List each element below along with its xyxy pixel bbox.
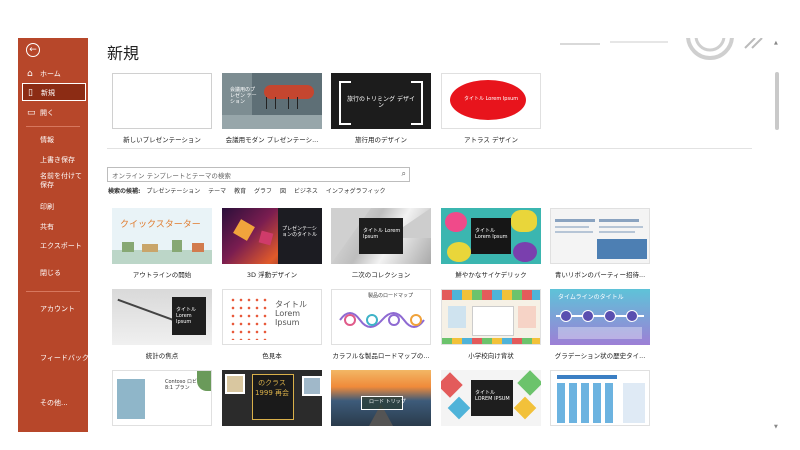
sidebar-item-label: 新規	[41, 89, 55, 97]
template-thumbnail: タイトル Lorem Ipsum	[331, 208, 431, 264]
sidebar-item-label: その他...	[40, 399, 68, 407]
template-caption: 統計の焦点	[145, 352, 179, 360]
search-placeholder: オンライン テンプレートとテーマの検索	[112, 172, 231, 180]
thumb-text: タイトル LOREM IPSUM	[475, 390, 510, 402]
template-caption: 二次のコレクション	[351, 271, 411, 279]
new-doc-icon: ▯	[28, 88, 33, 98]
template-thumbnail: タイトル Lorem Ipsum	[112, 289, 212, 345]
thumb-text: プレゼンテーションのタイトル	[282, 226, 318, 238]
template-thumbnail: 会議用のプレゼン テーション	[222, 73, 322, 129]
template-caption: 旅行用のデザイン	[355, 136, 407, 144]
template-thumbnail: クイックスターター	[112, 208, 212, 264]
template-thumbnail: のクラス 1999 再会	[222, 370, 322, 426]
template-thumbnail	[550, 370, 650, 426]
template-search-input[interactable]: オンライン テンプレートとテーマの検索 ⌕	[107, 167, 410, 182]
sidebar-item-save-as[interactable]: 名前を付けて保存	[18, 172, 84, 190]
page-title: 新規	[107, 44, 140, 63]
home-icon: ⌂	[27, 69, 33, 79]
template-caption: 鮮やかなサイケデリック	[455, 271, 527, 279]
header-decoration	[560, 38, 763, 60]
template-thumbnail: 旅行のトリミング デザイン	[331, 73, 431, 129]
template-thumbnail: タイトル Lorem Ipsum	[222, 289, 322, 345]
template-thumbnail: Contoso ロビン 8:1 プラン	[112, 370, 212, 426]
thumb-text: タイムラインのタイトル	[558, 294, 624, 301]
template-thumbnail	[550, 208, 650, 264]
sidebar-item-label: 開く	[40, 109, 54, 117]
template-caption: カラフルな製品ロードマップの...	[332, 352, 430, 360]
sidebar-divider	[26, 291, 80, 292]
search-icon[interactable]: ⌕	[402, 169, 406, 179]
sidebar-item-home[interactable]: ⌂ ホーム	[18, 65, 88, 83]
sidebar-item-new[interactable]: ▯ 新規	[22, 83, 86, 101]
sidebar-item-label: エクスポート	[40, 242, 82, 250]
template-thumbnail: タイトル Lorem Ipsum	[441, 73, 541, 129]
sidebar-item-label: 印刷	[40, 203, 54, 211]
thumb-text: タイトル Lorem Ipsum	[176, 307, 197, 325]
thumb-text: クイックスターター	[120, 220, 201, 230]
sidebar-item-save[interactable]: 上書き保存	[18, 151, 88, 169]
search-suggestions: 検索の候補: プレゼンテーション テーマ 教育 グラフ 図 ビジネス インフォグ…	[108, 186, 392, 195]
suggestion-link[interactable]: インフォグラフィック	[326, 188, 386, 195]
template-thumbnail: タイトル LOREM IPSUM	[441, 370, 541, 426]
sidebar-item-export[interactable]: エクスポート	[18, 237, 88, 255]
suggestion-link[interactable]: 教育	[234, 188, 246, 195]
thumb-text: タイトル Lorem Ipsum	[475, 228, 508, 240]
sidebar-item-info[interactable]: 情報	[18, 131, 88, 149]
template-thumbnail: 製品のロードマップ	[331, 289, 431, 345]
sidebar-item-share[interactable]: 共有	[18, 218, 88, 236]
thumb-text: タイトル Lorem Ipsum	[275, 300, 307, 327]
suggestion-link[interactable]: プレゼンテーション	[146, 188, 200, 195]
sidebar-item-label: フィードバック	[40, 354, 89, 362]
sidebar-item-print[interactable]: 印刷	[18, 198, 88, 216]
sidebar-item-label: 閉じる	[40, 269, 61, 277]
sidebar-item-open[interactable]: ▭ 開く	[18, 104, 88, 122]
thumb-text: タイトル Lorem Ipsum	[363, 228, 401, 240]
sidebar-item-label: 上書き保存	[40, 156, 75, 164]
sidebar-item-more[interactable]: その他...	[18, 394, 88, 412]
sidebar-divider	[26, 126, 80, 127]
scroll-down-icon[interactable]: ▼	[774, 424, 778, 430]
template-thumbnail	[112, 73, 212, 129]
thumb-text: 旅行のトリミング デザイン	[347, 96, 415, 109]
template-caption: 3D 浮動デザイン	[246, 271, 298, 279]
template-caption: 小学校向け背状	[468, 352, 514, 360]
template-thumbnail: ロード トリップ	[331, 370, 431, 426]
vertical-scrollbar[interactable]	[775, 72, 779, 130]
sidebar-item-close[interactable]: 閉じる	[18, 264, 88, 282]
section-divider	[107, 148, 752, 149]
suggestions-label: 検索の候補:	[108, 188, 141, 195]
sidebar-item-label: アカウント	[40, 305, 75, 313]
template-caption: グラデーション状の歴史タイ...	[554, 352, 646, 360]
back-arrow-icon[interactable]: ←	[26, 43, 40, 57]
sidebar-item-label: ホーム	[40, 70, 61, 78]
thumb-text: 製品のロードマップ	[368, 293, 414, 299]
template-thumbnail: タイムラインのタイトル	[550, 289, 650, 345]
backstage-sidebar: ← ⌂ ホーム ▯ 新規 ▭ 開く 情報 上書き保存 名前を付けて保存 印刷 共…	[18, 38, 89, 432]
thumb-text: のクラス 1999 再会	[254, 379, 290, 397]
sidebar-item-label: 共有	[40, 223, 54, 231]
template-caption: アウトラインの開始	[132, 271, 192, 279]
sidebar-item-account[interactable]: アカウント	[18, 300, 88, 318]
template-thumbnail	[441, 289, 541, 345]
template-caption: 青いリボンのパーティー招待...	[554, 271, 646, 279]
template-caption: 色見本	[262, 352, 282, 360]
open-folder-icon: ▭	[27, 108, 36, 118]
scroll-up-icon[interactable]: ▲	[774, 40, 778, 46]
suggestion-link[interactable]: 図	[280, 188, 286, 195]
sidebar-item-label: 情報	[40, 136, 54, 144]
template-caption: アトラス デザイン	[464, 136, 518, 144]
template-thumbnail: タイトル Lorem Ipsum	[441, 208, 541, 264]
thumb-text: 会議用のプレゼン テーション	[230, 87, 257, 105]
thumb-text: ロード トリップ	[369, 399, 406, 405]
suggestion-link[interactable]: グラフ	[254, 188, 272, 195]
suggestion-link[interactable]: ビジネス	[294, 188, 318, 195]
template-caption: 新しいプレゼンテーション	[123, 136, 201, 144]
template-thumbnail: プレゼンテーションのタイトル	[222, 208, 322, 264]
template-caption: 会議用モダン プレゼンテーシ...	[225, 136, 319, 144]
suggestion-link[interactable]: テーマ	[208, 188, 226, 195]
sidebar-item-feedback[interactable]: フィードバック	[18, 349, 89, 367]
sidebar-item-label: 名前を付けて保存	[40, 172, 82, 189]
thumb-text: タイトル Lorem Ipsum	[464, 96, 519, 102]
